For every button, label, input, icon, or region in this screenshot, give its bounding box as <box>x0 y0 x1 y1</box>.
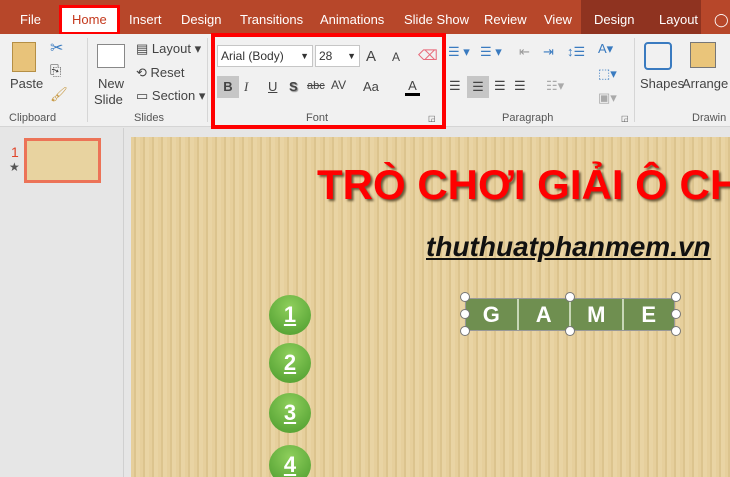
tab-design[interactable]: Design <box>173 8 229 32</box>
tab-review[interactable]: Review <box>476 8 535 32</box>
resize-handle[interactable] <box>460 309 470 319</box>
clipboard-group-label: Clipboard <box>9 112 57 124</box>
tab-animations[interactable]: Animations <box>312 8 392 32</box>
layout-label: Layout <box>151 41 191 56</box>
paragraph-dialog-launcher-icon[interactable]: ◲ <box>621 114 629 123</box>
tab-slide-show[interactable]: Slide Show <box>396 8 477 32</box>
arrange-icon <box>690 42 716 68</box>
game-cell[interactable]: G <box>466 299 519 330</box>
resize-handle[interactable] <box>460 326 470 336</box>
numbering-button[interactable]: ☰ ▾ <box>480 44 502 60</box>
layout-button[interactable]: ▤ Layout ▾ <box>136 41 201 57</box>
copy-icon[interactable]: ⎘ <box>50 62 61 79</box>
lightbulb-icon[interactable]: ◯ <box>706 8 730 32</box>
resize-handle[interactable] <box>565 326 575 336</box>
animation-star-icon: ★ <box>9 160 20 174</box>
align-left-button[interactable]: ☰ <box>449 78 461 94</box>
columns-button[interactable]: ☷▾ <box>546 78 564 94</box>
align-text-button[interactable]: ⬚▾ <box>598 66 617 82</box>
new-slide-button-label2[interactable]: Slide <box>94 92 123 107</box>
font-group-highlight <box>211 33 446 129</box>
number-button-1[interactable]: 1 <box>269 295 311 335</box>
tab-shape-design[interactable]: Design <box>586 8 642 32</box>
number-button-3[interactable]: 3 <box>269 393 311 433</box>
format-painter-icon[interactable]: 🖌 <box>50 86 68 103</box>
ribbon-tabs: File Home Insert Design Transitions Anim… <box>0 0 730 35</box>
reset-button[interactable]: ⟲ Reset <box>136 65 184 81</box>
slide-number: 1 <box>11 144 19 160</box>
tab-view[interactable]: View <box>536 8 580 32</box>
tab-shape-layout[interactable]: Layout <box>651 8 706 32</box>
resize-handle[interactable] <box>460 292 470 302</box>
reset-label: Reset <box>150 65 185 80</box>
game-cell[interactable]: A <box>518 299 571 330</box>
slide-subtitle[interactable]: thuthuatphanmem.vn <box>426 231 711 263</box>
arrange-button[interactable]: Arrange <box>682 76 728 91</box>
new-slide-button[interactable]: New <box>98 76 124 91</box>
slide-thumbnail[interactable] <box>24 138 101 183</box>
section-label: Section <box>151 88 196 103</box>
number-button-2[interactable]: 2 <box>269 343 311 383</box>
resize-handle[interactable] <box>671 326 681 336</box>
align-center-button[interactable]: ☰ <box>467 76 489 98</box>
cut-icon[interactable]: ✂ <box>50 38 63 58</box>
slide-canvas[interactable]: TRÒ CHƠI GIẢI Ô CHỮ thuthuatphanmem.vn 1… <box>131 137 730 477</box>
tab-transitions[interactable]: Transitions <box>232 8 311 32</box>
paste-icon <box>12 42 36 72</box>
tab-file[interactable]: File <box>12 8 49 32</box>
smartart-button[interactable]: ▣▾ <box>598 90 617 106</box>
bullets-button[interactable]: ☰ ▾ <box>448 44 470 60</box>
slides-group-label: Slides <box>134 112 164 124</box>
align-right-button[interactable]: ☰ <box>494 78 506 94</box>
tab-home[interactable]: Home <box>59 5 120 35</box>
decrease-indent-button[interactable]: ⇤ <box>519 44 530 60</box>
drawing-group-label: Drawin <box>692 112 727 124</box>
slide-thumbnail-pane: 1 ★ <box>0 128 124 477</box>
slide-title[interactable]: TRÒ CHƠI GIẢI Ô CHỮ <box>317 161 730 209</box>
number-button-4[interactable]: 4 <box>269 445 311 477</box>
line-spacing-button[interactable]: ↕☰ <box>567 44 585 60</box>
new-slide-icon <box>97 44 125 68</box>
paste-button[interactable]: Paste <box>10 76 43 91</box>
resize-handle[interactable] <box>671 309 681 319</box>
shapes-button[interactable]: Shapes <box>640 76 684 91</box>
text-direction-button[interactable]: A▾ <box>598 41 613 57</box>
justify-button[interactable]: ☰ <box>514 78 526 94</box>
increase-indent-button[interactable]: ⇥ <box>543 44 554 60</box>
game-cell[interactable]: E <box>623 299 674 330</box>
paragraph-group-label: Paragraph <box>502 112 554 124</box>
tab-insert[interactable]: Insert <box>121 8 170 32</box>
shapes-icon <box>644 42 672 70</box>
resize-handle[interactable] <box>565 292 575 302</box>
resize-handle[interactable] <box>671 292 681 302</box>
game-cell[interactable]: M <box>571 299 624 330</box>
section-button[interactable]: ▭ Section ▾ <box>136 88 205 104</box>
